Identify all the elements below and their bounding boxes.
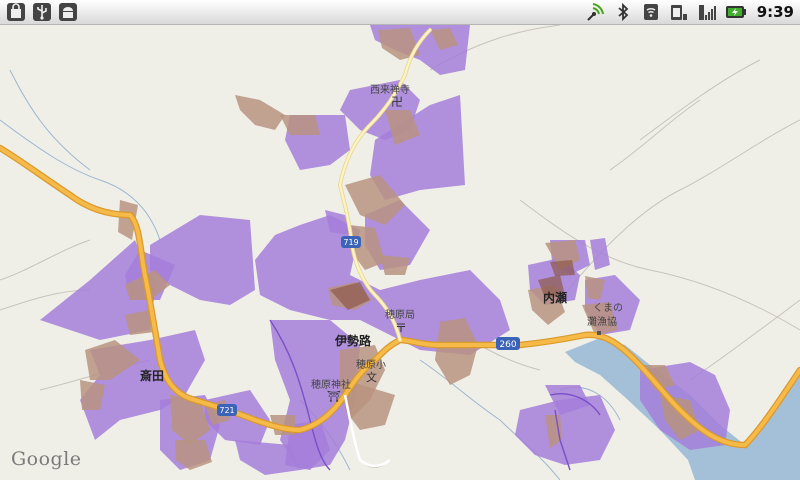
post-office-icon: 〒 <box>395 321 407 335</box>
temple-icon: 卍 <box>391 95 403 109</box>
sim-icon <box>670 5 687 20</box>
notification-icons <box>6 2 78 22</box>
map-label-saida[interactable]: 斎田 <box>140 368 164 383</box>
status-bar: 9:39 <box>0 0 800 25</box>
map-label-kumano-1[interactable]: くまの <box>593 302 623 314</box>
status-clock: 9:39 <box>756 3 794 21</box>
fishery-icon <box>597 331 601 335</box>
gps-signal-icon <box>586 3 604 21</box>
system-icons: 9:39 <box>585 2 796 22</box>
bluetooth-icon <box>618 2 629 22</box>
map-label-school[interactable]: 穂原小 <box>356 358 386 371</box>
route-shield-721-label: 721 <box>219 406 234 415</box>
school-icon: 文 <box>366 370 377 384</box>
route-shield-719: 719 <box>341 236 361 248</box>
route-shield-260: 260 <box>496 337 520 350</box>
map-view[interactable]: 260 719 721 卍 〒 文 ⛩ 西来禅寺 伊勢路 内瀬 斎田 穂原局 穂… <box>0 25 800 480</box>
android-debug-icon <box>59 3 77 21</box>
map-label-shrine[interactable]: 穂原神社 <box>311 378 351 391</box>
map-label-uchise[interactable]: 内瀬 <box>543 290 567 305</box>
map-label-ise[interactable]: 伊勢路 <box>334 333 372 348</box>
map-label-kumano-2[interactable]: 灘漁協 <box>587 315 617 328</box>
map-label-saiji[interactable]: 西来禅寺 <box>370 83 410 96</box>
wifi-icon <box>643 4 658 20</box>
shopping-bag-icon <box>7 3 25 21</box>
route-shield-719-label: 719 <box>343 238 358 247</box>
battery-charging-icon <box>725 6 746 18</box>
usb-icon <box>33 3 51 21</box>
route-shield-260-label: 260 <box>499 340 516 350</box>
route-shield-721: 721 <box>217 404 237 416</box>
google-logo[interactable]: Google <box>11 448 82 470</box>
map-canvas[interactable]: 260 719 721 卍 〒 文 ⛩ 西来禅寺 伊勢路 内瀬 斎田 穂原局 穂… <box>0 25 800 480</box>
cell-signal-icon <box>698 5 716 20</box>
map-label-post[interactable]: 穂原局 <box>385 308 415 321</box>
shrine-icon: ⛩ <box>327 390 341 403</box>
